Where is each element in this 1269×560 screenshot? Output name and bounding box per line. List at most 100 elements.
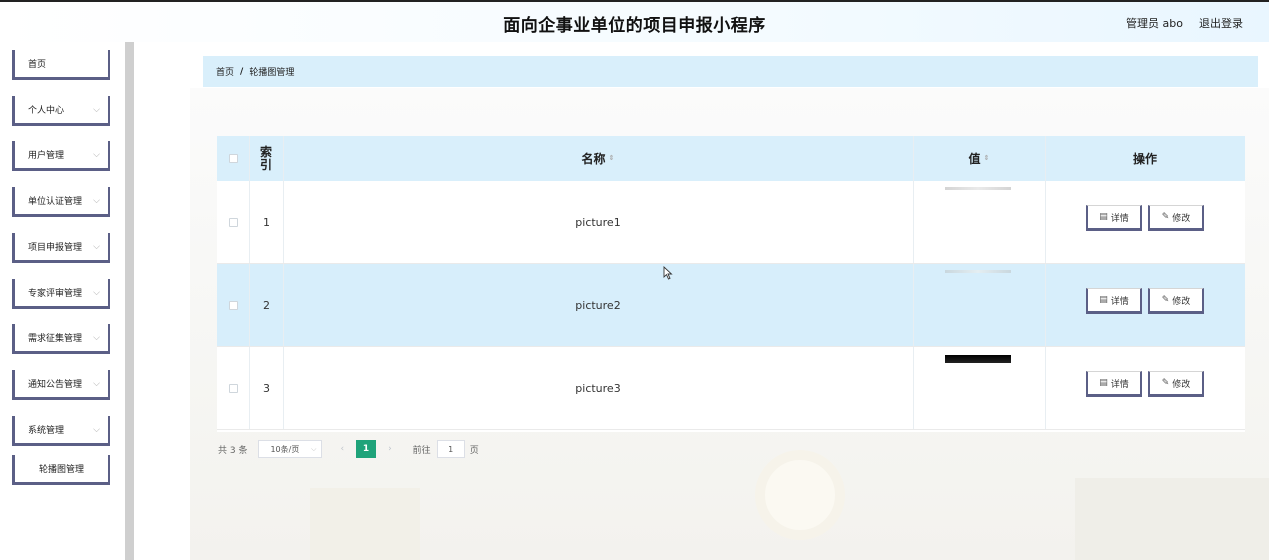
sort-icon[interactable]: ⇕ (609, 155, 615, 162)
page-suffix: 页 (469, 445, 479, 456)
sidebar-item-label: 通知公告管理 (28, 380, 83, 390)
sidebar-item-project-declaration[interactable]: 项目申报管理 ⌵ (12, 233, 110, 263)
edit-button[interactable]: ✎ 修改 (1148, 371, 1204, 397)
sidebar-item-home[interactable]: 首页 (12, 50, 110, 80)
button-label: 详情 (1110, 379, 1129, 390)
sidebar-item-expert-review[interactable]: 专家评审管理 ⌵ (12, 279, 110, 309)
background-decoration-block (1075, 478, 1269, 560)
table-row[interactable]: 1 picture1 ▤ 详情 ✎ 修改 (217, 181, 1245, 264)
edit-icon: ✎ (1161, 212, 1170, 222)
select-all-cell (229, 136, 238, 181)
pagination: 共 3 条 10条/页 ⌵ ‹ 1 › 前往 1 页 (218, 440, 479, 458)
column-header-name[interactable]: 名称 ⇕ (283, 136, 913, 181)
logout-link[interactable]: 退出登录 (1199, 15, 1243, 31)
page-number-current[interactable]: 1 (356, 440, 377, 458)
edit-icon: ✎ (1161, 295, 1170, 305)
row-checkbox-cell (229, 347, 238, 429)
row-checkbox[interactable] (229, 217, 238, 227)
sidebar-item-label: 系统管理 (28, 426, 65, 436)
select-all-checkbox[interactable] (229, 154, 238, 163)
index-cell: 1 (263, 215, 270, 229)
chevron-down-icon: ⌵ (311, 445, 317, 453)
detail-button[interactable]: ▤ 详情 (1086, 288, 1142, 314)
sidebar-item-label: 个人中心 (28, 106, 65, 116)
button-label: 修改 (1172, 213, 1191, 224)
column-header-label: 索引 (260, 144, 273, 172)
page-size-value: 10条/页 (270, 444, 300, 454)
background-decoration-circle (755, 450, 845, 540)
picture-thumbnail[interactable] (945, 187, 1011, 190)
row-checkbox-cell (229, 264, 238, 346)
header-user-area: 管理员 abo 退出登录 (1126, 15, 1243, 31)
name-cell: picture3 (575, 381, 621, 395)
document-icon: ▤ (1099, 295, 1108, 305)
sidebar-item-label: 需求征集管理 (28, 334, 83, 344)
button-label: 详情 (1110, 296, 1129, 307)
column-header-index[interactable]: 索引 (255, 136, 277, 181)
chevron-down-icon: ⌵ (93, 425, 100, 435)
breadcrumb-separator: / (240, 66, 244, 77)
sidebar-item-notice-management[interactable]: 通知公告管理 ⌵ (12, 370, 110, 400)
sidebar-item-carousel-management[interactable]: 轮播图管理 (12, 455, 110, 485)
chevron-down-icon: ⌵ (93, 288, 100, 298)
sidebar-item-personal-center[interactable]: 个人中心 ⌵ (12, 96, 110, 126)
button-label: 修改 (1172, 379, 1191, 390)
sidebar-item-label: 专家评审管理 (28, 289, 83, 299)
picture-thumbnail[interactable] (945, 355, 1011, 363)
goto-page-input[interactable]: 1 (436, 440, 465, 458)
background-decoration-block (310, 488, 420, 560)
chevron-down-icon: ⌵ (93, 196, 100, 206)
sidebar-item-label: 项目申报管理 (28, 243, 83, 253)
sidebar-item-demand-collection[interactable]: 需求征集管理 ⌵ (12, 324, 110, 354)
chevron-down-icon: ⌵ (93, 105, 100, 115)
sidebar-item-label: 首页 (28, 60, 47, 70)
actions-cell: ▤ 详情 ✎ 修改 (1045, 260, 1245, 342)
sidebar-item-label: 单位认证管理 (28, 197, 83, 207)
actions-cell: ▤ 详情 ✎ 修改 (1045, 343, 1245, 425)
top-header: 面向企事业单位的项目申报小程序 管理员 abo 退出登录 (0, 0, 1269, 42)
chevron-down-icon: ⌵ (93, 242, 100, 252)
next-page-icon[interactable]: › (388, 444, 392, 454)
admin-user-label[interactable]: 管理员 abo (1126, 15, 1183, 31)
column-divider (249, 181, 250, 263)
button-label: 详情 (1110, 213, 1129, 224)
edit-button[interactable]: ✎ 修改 (1148, 288, 1204, 314)
column-header-actions: 操作 (1045, 136, 1245, 181)
column-header-label: 值 (968, 152, 981, 166)
row-checkbox[interactable] (229, 383, 238, 393)
row-checkbox[interactable] (229, 300, 238, 310)
value-cell (913, 264, 1045, 346)
app-title: 面向企事业单位的项目申报小程序 (503, 16, 766, 36)
sort-icon[interactable]: ⇕ (984, 155, 990, 162)
edit-icon: ✎ (1161, 378, 1170, 388)
button-label: 修改 (1172, 296, 1191, 307)
column-header-value[interactable]: 值 ⇕ (913, 136, 1045, 181)
column-divider (249, 347, 250, 429)
detail-button[interactable]: ▤ 详情 (1086, 205, 1142, 231)
chevron-down-icon: ⌵ (93, 150, 100, 160)
detail-button[interactable]: ▤ 详情 (1086, 371, 1142, 397)
table-row[interactable]: 3 picture3 ▤ 详情 ✎ 修改 (217, 347, 1245, 430)
sidebar-item-user-management[interactable]: 用户管理 ⌵ (12, 141, 110, 171)
value-cell (913, 181, 1045, 263)
sidebar-item-label: 轮播图管理 (39, 465, 85, 475)
sidebar-item-system-management[interactable]: 系统管理 ⌵ (12, 416, 110, 446)
picture-thumbnail[interactable] (945, 270, 1011, 273)
sidebar-item-label: 用户管理 (28, 151, 65, 161)
table-row[interactable]: 2 picture2 ▤ 详情 ✎ 修改 (217, 264, 1245, 347)
table-header: 索引 名称 ⇕ 值 ⇕ 操作 (217, 136, 1245, 181)
breadcrumb-home[interactable]: 首页 (216, 65, 234, 78)
column-divider (249, 264, 250, 346)
page-size-select[interactable]: 10条/页 ⌵ (258, 440, 323, 458)
chevron-down-icon: ⌵ (93, 333, 100, 343)
index-cell: 3 (263, 381, 270, 395)
index-cell: 2 (263, 298, 270, 312)
sidebar-scrollbar[interactable] (125, 42, 134, 560)
value-cell (913, 347, 1045, 429)
name-cell: picture2 (575, 298, 621, 312)
edit-button[interactable]: ✎ 修改 (1148, 205, 1204, 231)
sidebar-item-unit-certification[interactable]: 单位认证管理 ⌵ (12, 187, 110, 217)
row-checkbox-cell (229, 181, 238, 263)
actions-cell: ▤ 详情 ✎ 修改 (1045, 177, 1245, 259)
prev-page-icon[interactable]: ‹ (340, 444, 344, 454)
